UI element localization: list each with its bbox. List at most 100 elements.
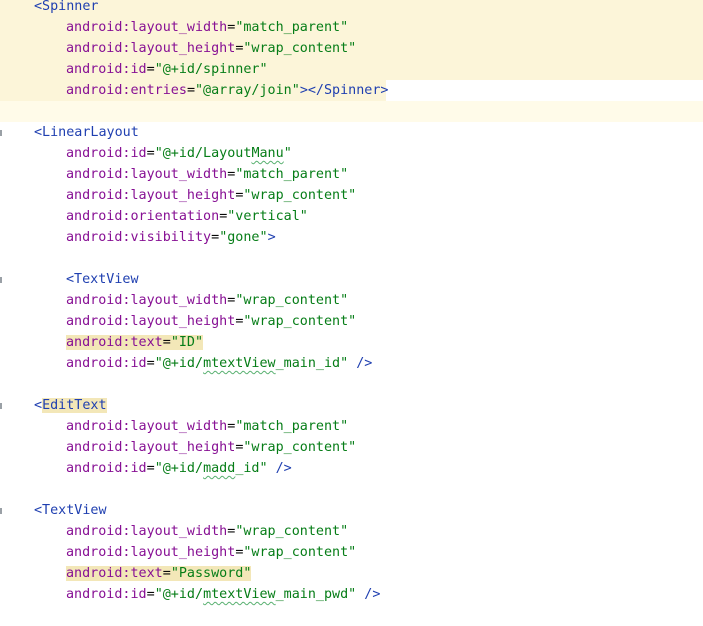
code-line: android:layout_width="match_parent": [0, 164, 703, 185]
attr-namespace: android:: [66, 83, 131, 98]
code-line: android:layout_height="wrap_content": [0, 542, 703, 563]
attr-name: layout_height: [130, 545, 236, 560]
attr-namespace: android:: [66, 566, 131, 581]
attr-name: layout_width: [130, 167, 228, 182]
equals: =: [211, 230, 220, 245]
xml-tag: <Spinner: [34, 0, 99, 14]
equals: =: [146, 587, 155, 602]
attr-namespace: android:: [66, 314, 131, 329]
attr-value: "@+id/: [154, 461, 204, 476]
attr-namespace: android:: [66, 41, 131, 56]
attr-namespace: android:: [66, 440, 131, 455]
code-line: android:id="@+id/LayoutManu": [0, 143, 703, 164]
attr-value: "wrap_content": [243, 188, 357, 203]
attr-value: _main_pwd": [275, 587, 357, 602]
equals: =: [162, 566, 171, 581]
xml-close-tag: />: [356, 587, 381, 602]
attr-namespace: android:: [66, 356, 131, 371]
attr-value: "match_parent": [235, 167, 349, 182]
code-line: android:id="@+id/madd_id" />: [0, 458, 703, 479]
code-line: android:layout_width="wrap_content": [0, 290, 703, 311]
attr-name: layout_width: [130, 293, 228, 308]
attr-value: _id": [235, 461, 268, 476]
attr-name: layout_height: [130, 41, 236, 56]
attr-value: "vertical": [227, 209, 308, 224]
attr-value: "wrap_content": [243, 314, 357, 329]
attr-namespace: android:: [66, 419, 131, 434]
equals: =: [146, 356, 155, 371]
attr-value: "@+id/Layout: [154, 146, 252, 161]
attr-name: orientation: [130, 209, 220, 224]
xml-close-tag: />: [267, 461, 292, 476]
attr-name: layout_height: [130, 440, 236, 455]
attr-value: ": [283, 146, 292, 161]
attr-name: id: [130, 356, 147, 371]
attr-name: id: [130, 461, 147, 476]
equals: =: [146, 146, 155, 161]
code-line: android:visibility="gone">: [0, 227, 703, 248]
attr-name: visibility: [130, 230, 212, 245]
attr-value: "wrap_content": [235, 524, 349, 539]
attr-namespace: android:: [66, 62, 131, 77]
equals: =: [162, 335, 171, 350]
typo-value: mtextView: [203, 356, 276, 371]
xml-close-tag: />: [348, 356, 373, 371]
code-line: <EditText: [0, 395, 703, 416]
attr-name: layout_width: [130, 20, 228, 35]
code-line: android:layout_height="wrap_content": [0, 437, 703, 458]
attr-value: "@array/join": [195, 83, 300, 98]
attr-value: "gone": [219, 230, 268, 245]
code-line: android:layout_width="match_parent": [0, 17, 703, 38]
attr-namespace: android:: [66, 293, 131, 308]
attr-namespace: android:: [66, 230, 131, 245]
attr-name: id: [130, 146, 147, 161]
attr-value: "ID": [170, 335, 204, 350]
code-line: android:layout_height="wrap_content": [0, 311, 703, 332]
xml-close-tag: >: [267, 230, 276, 245]
attr-namespace: android:: [66, 587, 131, 602]
attr-value: "@+id/: [154, 356, 204, 371]
equals: =: [186, 83, 195, 98]
xml-tag: <TextView: [34, 503, 107, 518]
attr-name: entries: [130, 83, 187, 98]
attr-name: layout_width: [130, 524, 228, 539]
attr-name: id: [130, 587, 147, 602]
caret-line: [0, 101, 703, 122]
xml-tag-bracket: <: [34, 398, 43, 413]
xml-tag: <TextView: [66, 272, 139, 287]
xml-tag: EditText: [42, 398, 107, 413]
attr-namespace: android:: [66, 335, 131, 350]
code-line: android:entries="@array/join"></Spinner>: [0, 80, 703, 101]
code-line: android:layout_height="wrap_content": [0, 185, 703, 206]
typo-value: mtextView: [203, 587, 276, 602]
attr-namespace: android:: [66, 146, 131, 161]
code-line: <LinearLayout: [0, 122, 703, 143]
attr-value: "Password": [170, 566, 252, 581]
xml-tag: <LinearLayout: [34, 125, 139, 140]
attr-namespace: android:: [66, 167, 131, 182]
typo-value: madd: [203, 461, 236, 476]
typo-value: Manu: [251, 146, 284, 161]
code-line: android:layout_width="match_parent": [0, 416, 703, 437]
attr-namespace: android:: [66, 209, 131, 224]
code-line: android:layout_height="wrap_content": [0, 38, 703, 59]
equals: =: [146, 62, 155, 77]
attr-name: layout_height: [130, 314, 236, 329]
attr-name: text: [130, 335, 163, 350]
attr-name: layout_width: [130, 419, 228, 434]
attr-value: "@+id/: [154, 587, 204, 602]
attr-value: "wrap_content": [243, 440, 357, 455]
code-line: android:id="@+id/mtextView_main_id" />: [0, 353, 703, 374]
code-line: <Spinner: [0, 0, 703, 17]
attr-value: "wrap_content": [243, 41, 357, 56]
code-line: android:orientation="vertical": [0, 206, 703, 227]
code-line: android:id="@+id/spinner": [0, 59, 703, 80]
xml-close-tag: ></Spinner>: [299, 83, 389, 98]
attr-name: layout_height: [130, 188, 236, 203]
code-line: android:layout_width="wrap_content": [0, 521, 703, 542]
code-line: android:id="@+id/mtextView_main_pwd" />: [0, 584, 703, 605]
attr-value: "match_parent": [235, 419, 349, 434]
attr-value: "@+id/spinner": [154, 62, 268, 77]
attr-namespace: android:: [66, 461, 131, 476]
attr-namespace: android:: [66, 20, 131, 35]
